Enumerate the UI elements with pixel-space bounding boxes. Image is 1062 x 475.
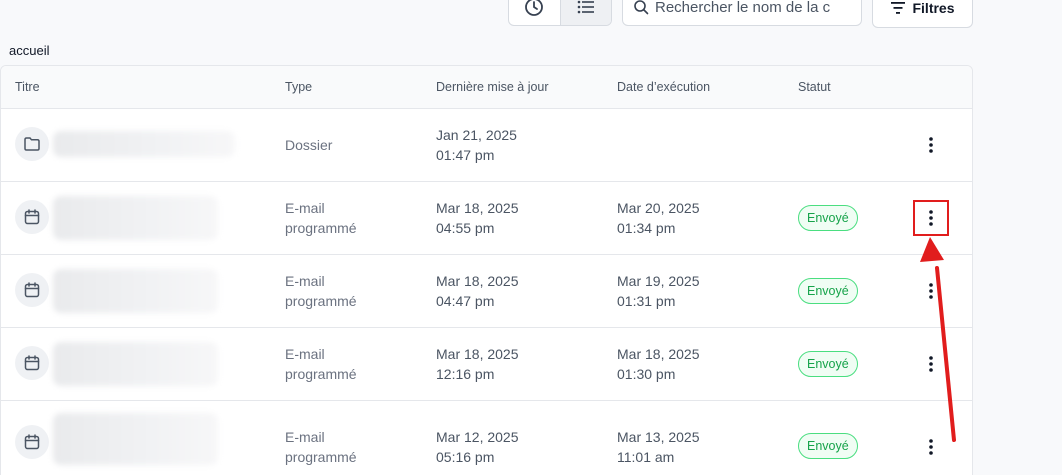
status-badge: Envoyé xyxy=(798,205,858,231)
executed-date: Mar 13, 2025 xyxy=(617,429,700,445)
calendar-icon xyxy=(15,425,49,459)
type-cell: E-mail programmé xyxy=(285,427,357,467)
updated-date: Jan 21, 2025 xyxy=(436,127,517,143)
status-badge: Envoyé xyxy=(798,433,858,459)
header-title[interactable]: Titre xyxy=(15,80,40,94)
updated-time: 05:16 pm xyxy=(436,449,495,465)
table-header: Titre Type Dernière mise à jour Date d’e… xyxy=(1,66,972,109)
type-line-1: Dossier xyxy=(285,137,333,153)
updated-date: Mar 18, 2025 xyxy=(436,200,519,216)
updated-time: 01:47 pm xyxy=(436,147,495,163)
redacted-title xyxy=(53,269,218,313)
redacted-title xyxy=(53,196,218,240)
updated-time: 12:16 pm xyxy=(436,366,495,382)
type-cell: E-mail programmé xyxy=(285,198,357,238)
calendar-icon xyxy=(15,200,49,234)
type-line-1: E-mail xyxy=(285,429,325,445)
type-line-2: programmé xyxy=(285,366,357,382)
updated-time: 04:47 pm xyxy=(436,293,495,309)
breadcrumb[interactable]: accueil xyxy=(9,43,49,58)
campaign-table: Titre Type Dernière mise à jour Date d’e… xyxy=(0,65,973,475)
executed-cell: Mar 19, 2025 01:31 pm xyxy=(617,271,700,311)
executed-time: 01:34 pm xyxy=(617,220,676,236)
table-row[interactable]: E-mail programmé Mar 18, 2025 12:16 pm M… xyxy=(1,328,972,401)
status-badge: Envoyé xyxy=(798,351,858,377)
type-cell: Dossier xyxy=(285,135,332,155)
executed-date: Mar 19, 2025 xyxy=(617,273,700,289)
clock-icon xyxy=(525,0,544,16)
type-line-2: programmé xyxy=(285,220,357,236)
executed-cell: Mar 18, 2025 01:30 pm xyxy=(617,344,700,384)
redacted-title xyxy=(53,342,218,386)
kebab-menu-icon xyxy=(929,210,933,226)
executed-cell: Mar 13, 2025 11:01 am xyxy=(617,427,700,467)
table-row[interactable]: E-mail programmé Mar 18, 2025 04:47 pm M… xyxy=(1,255,972,328)
list-view-button[interactable] xyxy=(559,0,611,25)
filter-icon xyxy=(891,2,906,14)
kebab-menu-icon xyxy=(929,137,933,153)
more-actions-button[interactable] xyxy=(913,127,949,163)
filters-label: Filtres xyxy=(912,0,955,16)
folder-icon xyxy=(15,127,49,161)
executed-time: 01:31 pm xyxy=(617,293,676,309)
type-line-1: E-mail xyxy=(285,273,325,289)
executed-date: Mar 20, 2025 xyxy=(617,200,700,216)
executed-date: Mar 18, 2025 xyxy=(617,346,700,362)
header-executed[interactable]: Date d’exécution xyxy=(617,80,710,94)
search-input[interactable] xyxy=(655,0,855,16)
toolbar: Filtres xyxy=(0,0,1062,28)
updated-cell: Mar 18, 2025 04:55 pm xyxy=(436,198,519,238)
calendar-icon xyxy=(15,273,49,307)
executed-cell: Mar 20, 2025 01:34 pm xyxy=(617,198,700,238)
type-cell: E-mail programmé xyxy=(285,344,357,384)
updated-date: Mar 18, 2025 xyxy=(436,273,519,289)
table-row[interactable]: E-mail programmé Mar 18, 2025 04:55 pm M… xyxy=(1,182,972,255)
redacted-title xyxy=(53,131,235,157)
search-icon xyxy=(634,0,649,15)
filters-button[interactable]: Filtres xyxy=(872,0,973,28)
more-actions-button[interactable] xyxy=(913,200,949,236)
more-actions-button[interactable] xyxy=(913,273,949,309)
history-view-button[interactable] xyxy=(509,0,560,25)
status-badge: Envoyé xyxy=(798,278,858,304)
updated-date: Mar 12, 2025 xyxy=(436,429,519,445)
search-box xyxy=(622,0,862,26)
view-toggle xyxy=(508,0,612,26)
redacted-title xyxy=(53,413,218,465)
more-actions-button[interactable] xyxy=(913,346,949,382)
type-line-2: programmé xyxy=(285,449,357,465)
executed-time: 11:01 am xyxy=(617,449,675,465)
type-line-1: E-mail xyxy=(285,200,325,216)
header-updated[interactable]: Dernière mise à jour xyxy=(436,80,549,94)
list-icon xyxy=(577,0,594,14)
more-actions-button[interactable] xyxy=(913,429,949,465)
type-line-1: E-mail xyxy=(285,346,325,362)
kebab-menu-icon xyxy=(929,283,933,299)
updated-cell: Jan 21, 2025 01:47 pm xyxy=(436,125,517,165)
updated-date: Mar 18, 2025 xyxy=(436,346,519,362)
executed-time: 01:30 pm xyxy=(617,366,676,382)
table-row[interactable]: E-mail programmé Mar 12, 2025 05:16 pm M… xyxy=(1,401,972,475)
kebab-menu-icon xyxy=(929,439,933,455)
table-row[interactable]: Dossier Jan 21, 2025 01:47 pm xyxy=(1,109,972,182)
type-cell: E-mail programmé xyxy=(285,271,357,311)
header-status[interactable]: Statut xyxy=(798,80,831,94)
calendar-icon xyxy=(15,346,49,380)
type-line-2: programmé xyxy=(285,293,357,309)
updated-time: 04:55 pm xyxy=(436,220,495,236)
updated-cell: Mar 18, 2025 04:47 pm xyxy=(436,271,519,311)
kebab-menu-icon xyxy=(929,356,933,372)
updated-cell: Mar 12, 2025 05:16 pm xyxy=(436,427,519,467)
header-type[interactable]: Type xyxy=(285,80,312,94)
updated-cell: Mar 18, 2025 12:16 pm xyxy=(436,344,519,384)
